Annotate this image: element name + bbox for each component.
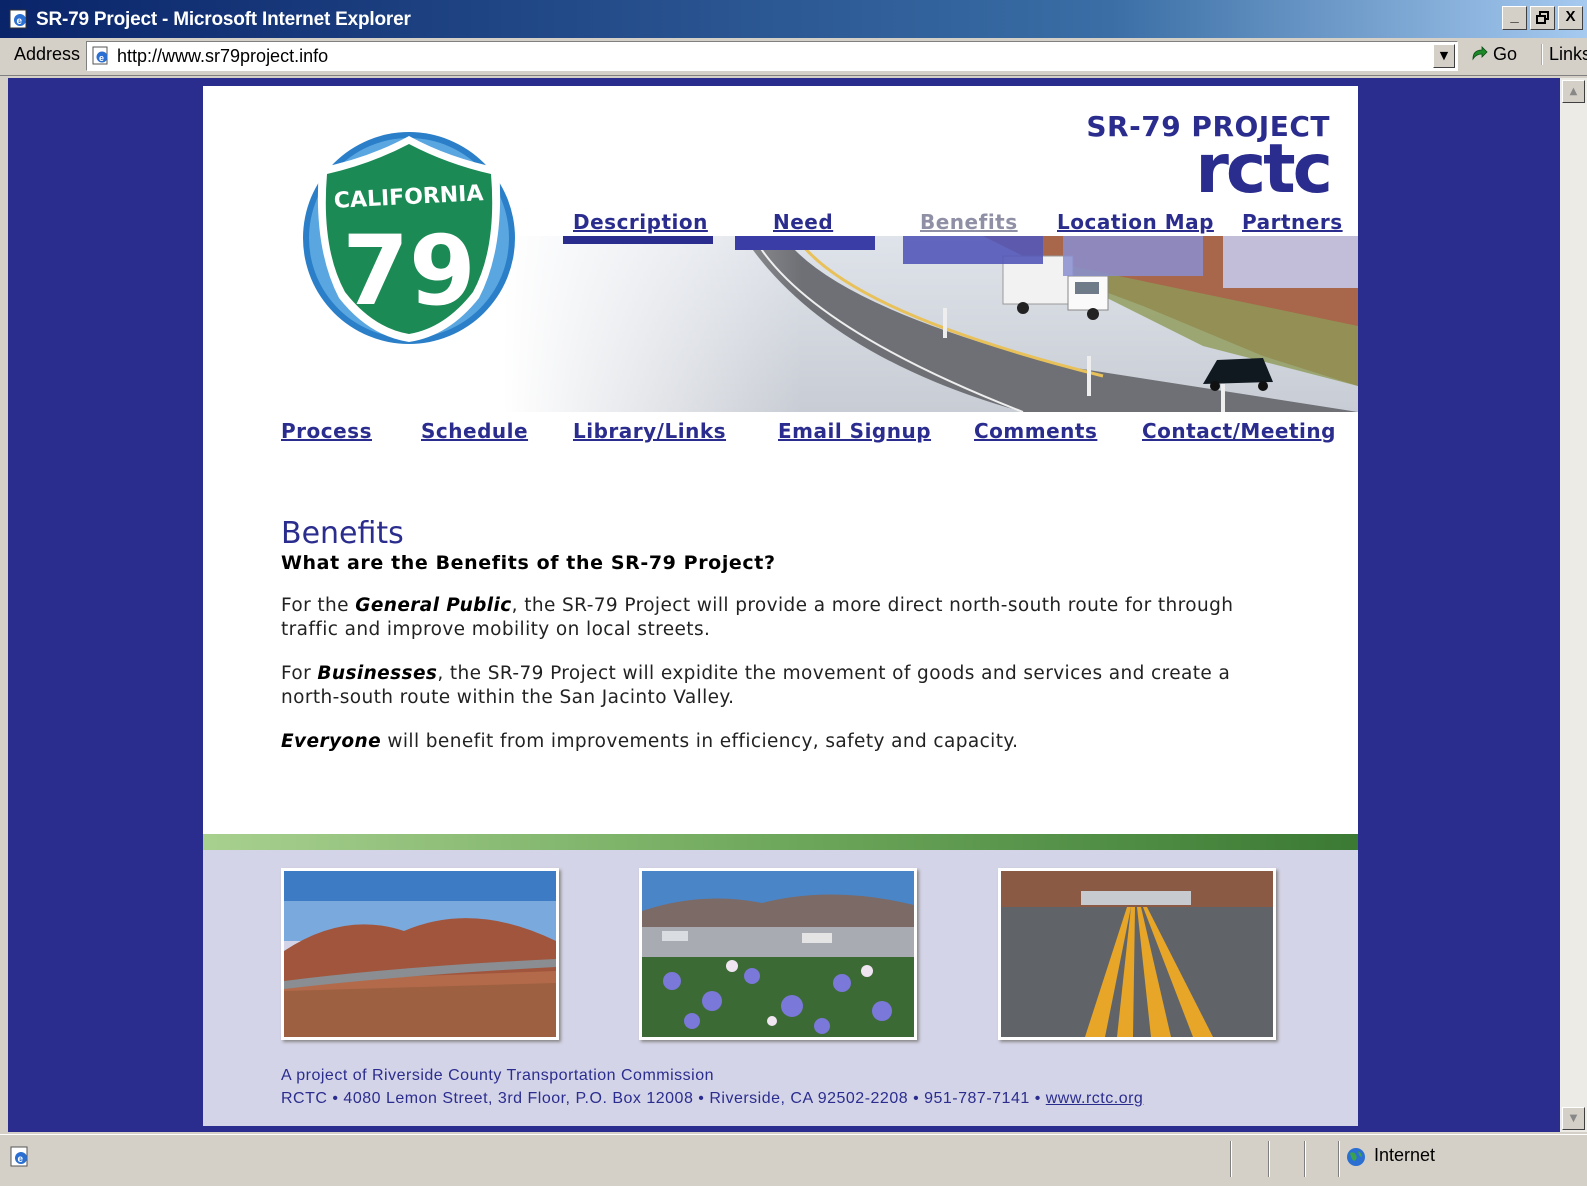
footer-divider xyxy=(203,834,1358,850)
rctc-link[interactable]: www.rctc.org xyxy=(1046,1090,1144,1107)
address-input[interactable]: e http://www.sr79project.info ▼ xyxy=(86,41,1458,71)
browser-viewport: SR-79 PROJECT rctc CALIFORNIA 79 Descrip… xyxy=(8,78,1560,1132)
window-title: SR-79 Project - Microsoft Internet Explo… xyxy=(36,9,411,30)
ie-page-icon: e xyxy=(9,9,27,29)
page-icon: e xyxy=(92,46,108,65)
minimize-button[interactable]: _ xyxy=(1502,6,1527,30)
nav-partners[interactable]: Partners xyxy=(1242,210,1343,234)
california-79-shield-logo[interactable]: CALIFORNIA 79 xyxy=(299,128,519,348)
status-separator xyxy=(1304,1141,1306,1177)
globe-icon xyxy=(1347,1148,1365,1166)
go-label: Go xyxy=(1493,44,1518,64)
p2-bold: Businesses xyxy=(317,663,438,684)
desert-highway-photo xyxy=(281,868,559,1040)
nav-process[interactable]: Process xyxy=(281,419,372,443)
nav-schedule[interactable]: Schedule xyxy=(421,419,528,443)
chevron-down-icon: ▼ xyxy=(1439,49,1449,62)
url-text: http://www.sr79project.info xyxy=(117,46,329,66)
top-nav: Description Need Benefits Location Map P… xyxy=(573,210,1363,250)
p3-bold: Everyone xyxy=(281,731,382,752)
nav-description[interactable]: Description xyxy=(573,210,708,234)
address-label: Address xyxy=(14,44,81,64)
arrow-down-icon: ▼ xyxy=(1569,1113,1578,1124)
restore-button[interactable] xyxy=(1530,6,1555,30)
footer-line1: A project of Riverside County Transporta… xyxy=(281,1067,715,1084)
page-subheading: What are the Benefits of the SR-79 Proje… xyxy=(281,552,776,574)
svg-text:e: e xyxy=(17,16,23,27)
footer-info: A project of Riverside County Transporta… xyxy=(281,1064,1143,1110)
footer-address: RCTC • 4080 Lemon Street, 3rd Floor, P.O… xyxy=(281,1090,1046,1107)
scroll-up-button[interactable]: ▲ xyxy=(1562,80,1585,103)
flowers-intersection-photo xyxy=(639,868,917,1040)
p3-rest: will benefit from improvements in effici… xyxy=(381,731,1019,752)
close-button[interactable]: X xyxy=(1558,6,1583,30)
page-footer: A project of Riverside County Transporta… xyxy=(203,850,1358,1126)
status-separator xyxy=(1230,1141,1232,1177)
benefit-businesses: For Businesses, the SR-79 Project will e… xyxy=(281,662,1291,710)
p1-prefix: For the xyxy=(281,595,356,616)
nav-contact-meeting[interactable]: Contact/Meeting xyxy=(1142,419,1336,443)
restore-icon xyxy=(1535,11,1549,24)
links-button[interactable]: Links xyxy=(1541,44,1587,65)
page-heading: Benefits xyxy=(281,516,404,551)
address-toolbar: Address e http://www.sr79project.info ▼ … xyxy=(0,38,1587,76)
nav-need[interactable]: Need xyxy=(773,210,833,234)
shield-number: 79 xyxy=(342,215,476,327)
vertical-scrollbar[interactable]: ▲ ▼ xyxy=(1560,78,1587,1132)
scroll-down-button[interactable]: ▼ xyxy=(1562,1107,1585,1130)
nav-comments[interactable]: Comments xyxy=(974,419,1097,443)
go-button[interactable]: Go xyxy=(1470,44,1517,65)
nav-email-signup[interactable]: Email Signup xyxy=(778,419,931,443)
web-page: SR-79 PROJECT rctc CALIFORNIA 79 Descrip… xyxy=(203,86,1358,1126)
rctc-logo[interactable]: rctc xyxy=(1195,130,1333,209)
window-controls: _ X xyxy=(1502,6,1583,30)
svg-text:e: e xyxy=(18,1154,24,1165)
arrow-up-icon: ▲ xyxy=(1569,86,1578,97)
footer-line2: RCTC • 4080 Lemon Street, 3rd Floor, P.O… xyxy=(281,1087,1143,1110)
main-content: Benefits What are the Benefits of the SR… xyxy=(281,516,1291,754)
benefit-everyone: Everyone will benefit from improvements … xyxy=(281,730,1291,754)
nav-library-links[interactable]: Library/Links xyxy=(573,419,726,443)
security-zone: Internet xyxy=(1374,1145,1436,1165)
go-arrow-icon xyxy=(1472,46,1488,61)
status-bar: e Internet xyxy=(0,1134,1587,1186)
window-titlebar[interactable]: e SR-79 Project - Microsoft Internet Exp… xyxy=(0,0,1587,38)
p1-bold: General Public xyxy=(355,595,512,616)
address-dropdown-button[interactable]: ▼ xyxy=(1433,44,1455,68)
svg-text:e: e xyxy=(99,53,104,63)
road-lines-photo xyxy=(998,868,1276,1040)
nav-benefits[interactable]: Benefits xyxy=(920,210,1018,234)
status-separator xyxy=(1268,1141,1270,1177)
status-separator xyxy=(1338,1141,1340,1177)
sub-nav: Process Schedule Library/Links Email Sig… xyxy=(281,419,1341,451)
nav-location-map[interactable]: Location Map xyxy=(1057,210,1214,234)
benefit-general-public: For the General Public, the SR-79 Projec… xyxy=(281,594,1291,642)
p2-prefix: For xyxy=(281,663,318,684)
page-done-icon: e xyxy=(10,1146,28,1167)
